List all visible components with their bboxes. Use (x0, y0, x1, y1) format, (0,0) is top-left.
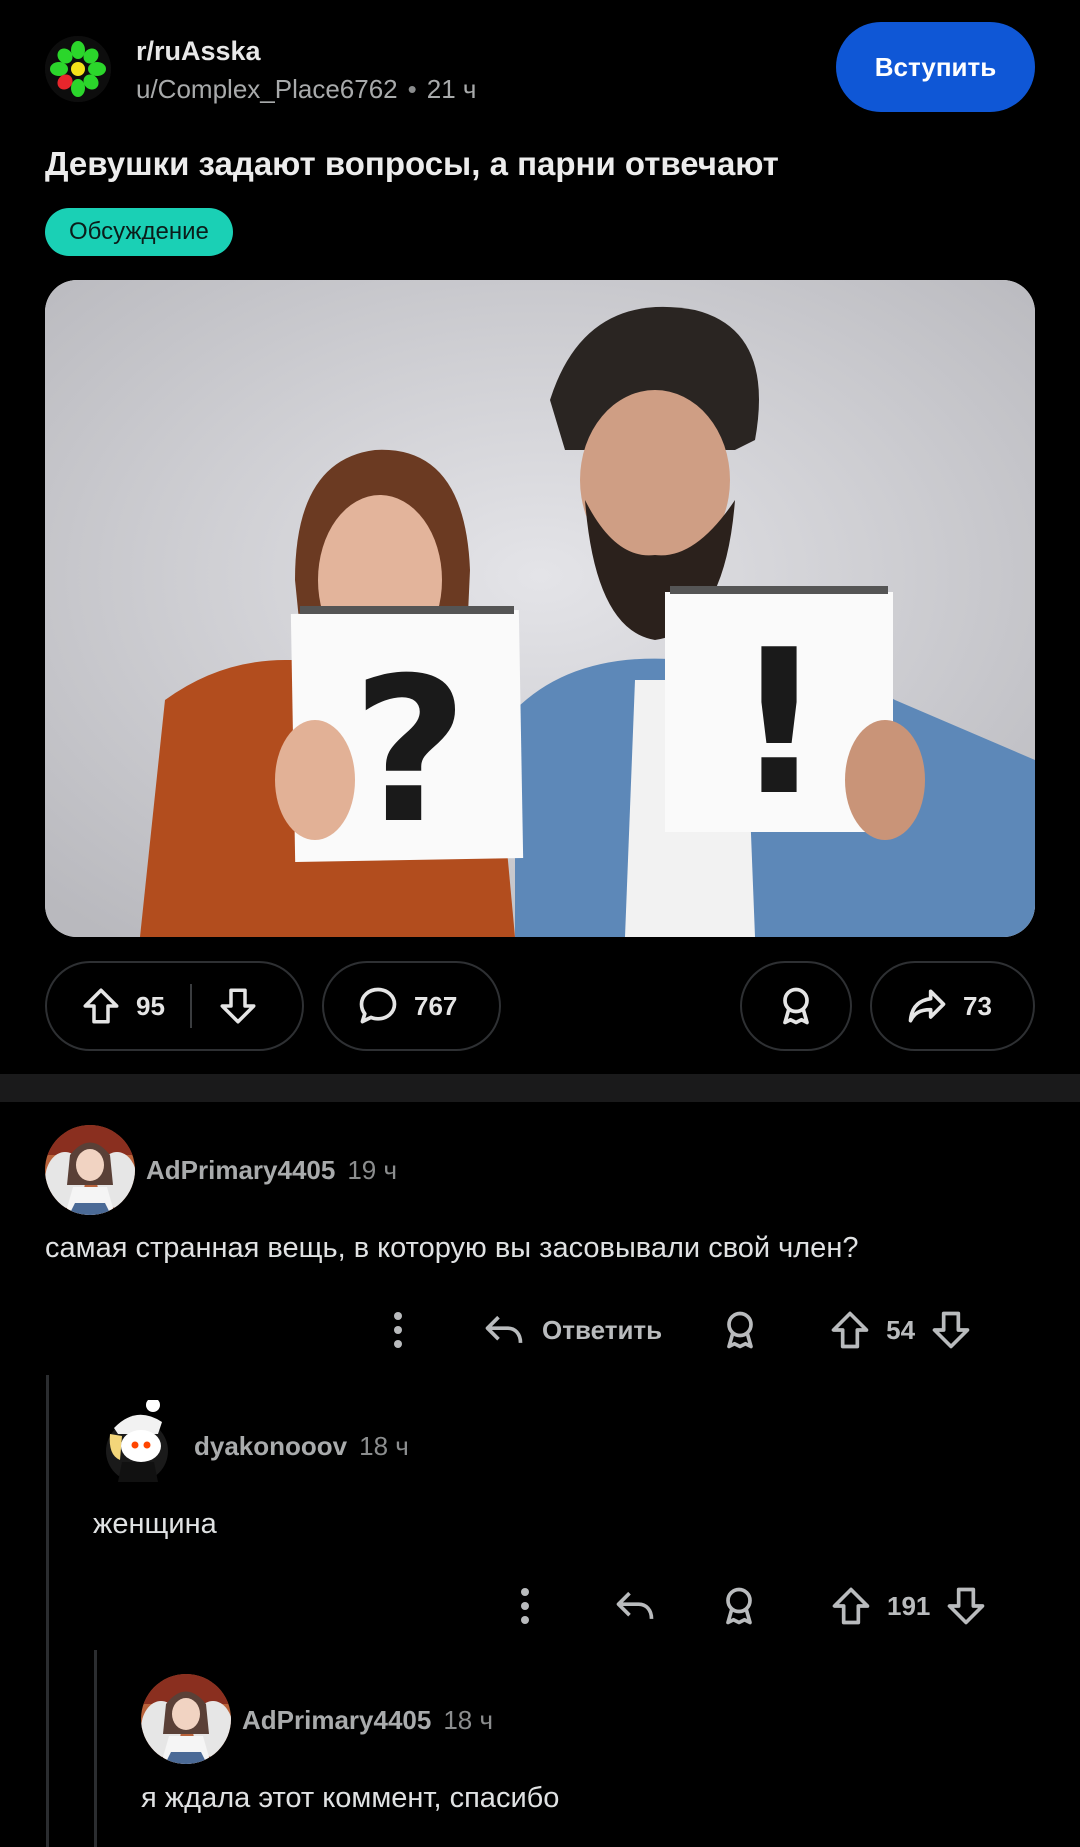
comment-body: я ждала этот коммент, спасибо (141, 1782, 560, 1814)
thread-line[interactable] (46, 1375, 49, 1847)
reply-button[interactable]: Ответить (482, 1308, 662, 1352)
thread-line[interactable] (94, 1650, 97, 1847)
downvote-icon[interactable] (217, 985, 259, 1027)
post-author[interactable]: u/Complex_Place6762 (136, 74, 398, 104)
comment-author[interactable]: dyakonooov (194, 1431, 347, 1461)
section-divider (0, 1074, 1080, 1102)
share-button[interactable]: 73 (870, 961, 1035, 1051)
upvote-count: 95 (136, 990, 165, 1021)
more-options-icon[interactable] (519, 1586, 531, 1626)
downvote-icon[interactable] (944, 1584, 988, 1628)
comment-time: 19 ч (347, 1155, 398, 1185)
avatar[interactable] (96, 1400, 178, 1482)
svg-text:?: ? (352, 635, 468, 868)
downvote-icon[interactable] (929, 1308, 973, 1352)
reply-label: Ответить (542, 1314, 663, 1345)
post-image[interactable]: ? ! (45, 280, 1035, 937)
anime-girl-avatar-icon (141, 1674, 231, 1764)
comment-icon (356, 984, 400, 1028)
share-count: 73 (963, 990, 992, 1021)
comment-score: 54 (886, 1314, 916, 1345)
upvote-icon[interactable] (829, 1584, 873, 1628)
flower-icon (45, 36, 111, 102)
snoo-avatar-icon (106, 1400, 168, 1482)
comment-author[interactable]: AdPrimary4405 (242, 1705, 431, 1735)
vote-separator (189, 984, 192, 1028)
comment-header: dyakonooov 18 ч (194, 1431, 409, 1462)
upvote-icon[interactable] (828, 1308, 872, 1352)
comments-button[interactable]: 767 (322, 961, 501, 1051)
post-flair[interactable]: Обсуждение (45, 208, 233, 256)
subreddit-name[interactable]: r/ruAsska (136, 36, 261, 67)
join-button[interactable]: Вступить (836, 22, 1035, 112)
upvote-icon[interactable] (80, 985, 122, 1027)
meta-separator: • (407, 74, 417, 104)
subreddit-icon[interactable] (45, 36, 111, 102)
award-icon (774, 984, 818, 1028)
comment-score: 191 (887, 1590, 931, 1621)
award-icon[interactable] (718, 1308, 762, 1352)
comment-actions: Ответить 54 (380, 1308, 1000, 1352)
avatar[interactable] (141, 1674, 231, 1764)
vote-control: 95 (45, 961, 304, 1051)
anime-girl-avatar-icon (45, 1125, 135, 1215)
reply-icon[interactable] (613, 1584, 657, 1628)
comment-body: женщина (93, 1508, 217, 1540)
comment-author[interactable]: AdPrimary4405 (146, 1155, 335, 1185)
comment-header: AdPrimary4405 18 ч (242, 1705, 493, 1736)
reply-icon (485, 1315, 523, 1343)
comment-header: AdPrimary4405 19 ч (146, 1155, 397, 1186)
svg-text:!: ! (733, 607, 824, 840)
award-icon[interactable] (717, 1584, 761, 1628)
comment-body: самая странная вещь, в которую вы засовы… (45, 1232, 859, 1264)
award-button[interactable] (740, 961, 852, 1051)
comment-time: 18 ч (443, 1705, 494, 1735)
share-icon (905, 984, 949, 1028)
post-meta: u/Complex_Place6762 • 21 ч (136, 74, 476, 105)
post-title[interactable]: Девушки задают вопросы, а парни отвечают (45, 145, 779, 183)
avatar[interactable] (45, 1125, 135, 1215)
comment-time: 18 ч (359, 1431, 409, 1461)
comment-count: 767 (414, 990, 458, 1021)
more-options-icon[interactable] (392, 1310, 404, 1350)
comment-actions: 191 (515, 1584, 1005, 1628)
post-time: 21 ч (426, 74, 477, 104)
photo-illustration: ? ! (45, 280, 1035, 937)
